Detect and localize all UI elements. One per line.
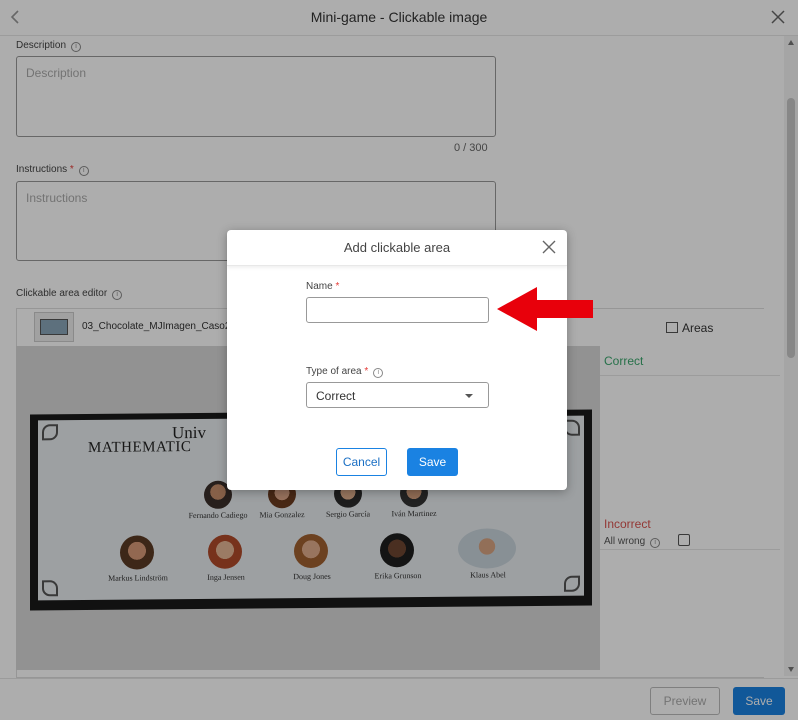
name-label: Name * bbox=[306, 281, 339, 292]
type-selected-value: Correct bbox=[316, 389, 356, 403]
info-icon[interactable]: i bbox=[373, 368, 384, 378]
dialog-title: Add clickable area bbox=[343, 240, 451, 255]
type-label-text: Type of area bbox=[306, 366, 362, 377]
type-of-area-label: Type of area * i bbox=[306, 366, 384, 378]
annotation-arrow-icon bbox=[497, 287, 593, 331]
cancel-button[interactable]: Cancel bbox=[336, 448, 387, 476]
dialog-close-button[interactable] bbox=[541, 239, 557, 255]
type-of-area-select[interactable]: Correct bbox=[306, 382, 489, 408]
name-input[interactable] bbox=[306, 297, 489, 323]
name-label-text: Name bbox=[306, 281, 333, 292]
add-clickable-area-dialog: Add clickable area Name * Type of area *… bbox=[227, 230, 567, 490]
close-icon bbox=[542, 240, 556, 254]
dialog-save-button[interactable]: Save bbox=[407, 448, 458, 476]
required-mark: * bbox=[335, 281, 340, 292]
required-mark: * bbox=[364, 366, 369, 377]
caret-down-icon bbox=[465, 394, 473, 398]
dialog-header: Add clickable area bbox=[227, 230, 567, 266]
